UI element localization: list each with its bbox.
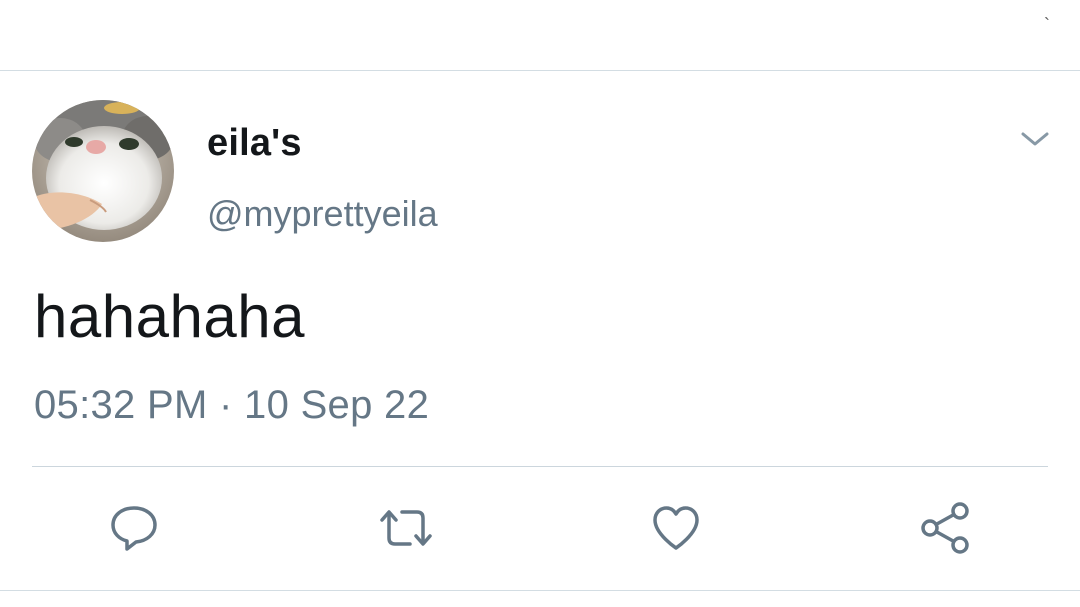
share-icon	[921, 502, 969, 554]
top-bar: `	[0, 0, 1080, 71]
share-button[interactable]	[918, 500, 974, 556]
avatar[interactable]	[32, 100, 174, 242]
like-button[interactable]	[648, 500, 704, 556]
divider	[32, 466, 1048, 467]
user-handle[interactable]: @myprettyeila	[207, 193, 438, 235]
reply-icon	[111, 506, 157, 551]
reply-button[interactable]	[106, 500, 162, 556]
bottom-border	[0, 590, 1080, 591]
avatar-image	[32, 100, 174, 242]
tweet-timestamp[interactable]: 05:32 PM · 10 Sep 22	[34, 383, 429, 428]
tweet-text: hahahaha	[34, 283, 305, 350]
top-mark: `	[1044, 15, 1050, 35]
retweet-button[interactable]	[378, 500, 434, 556]
display-name[interactable]: eila's	[207, 122, 302, 165]
retweet-icon	[380, 510, 432, 546]
chevron-down-icon[interactable]	[1018, 124, 1052, 154]
heart-icon	[653, 506, 699, 550]
